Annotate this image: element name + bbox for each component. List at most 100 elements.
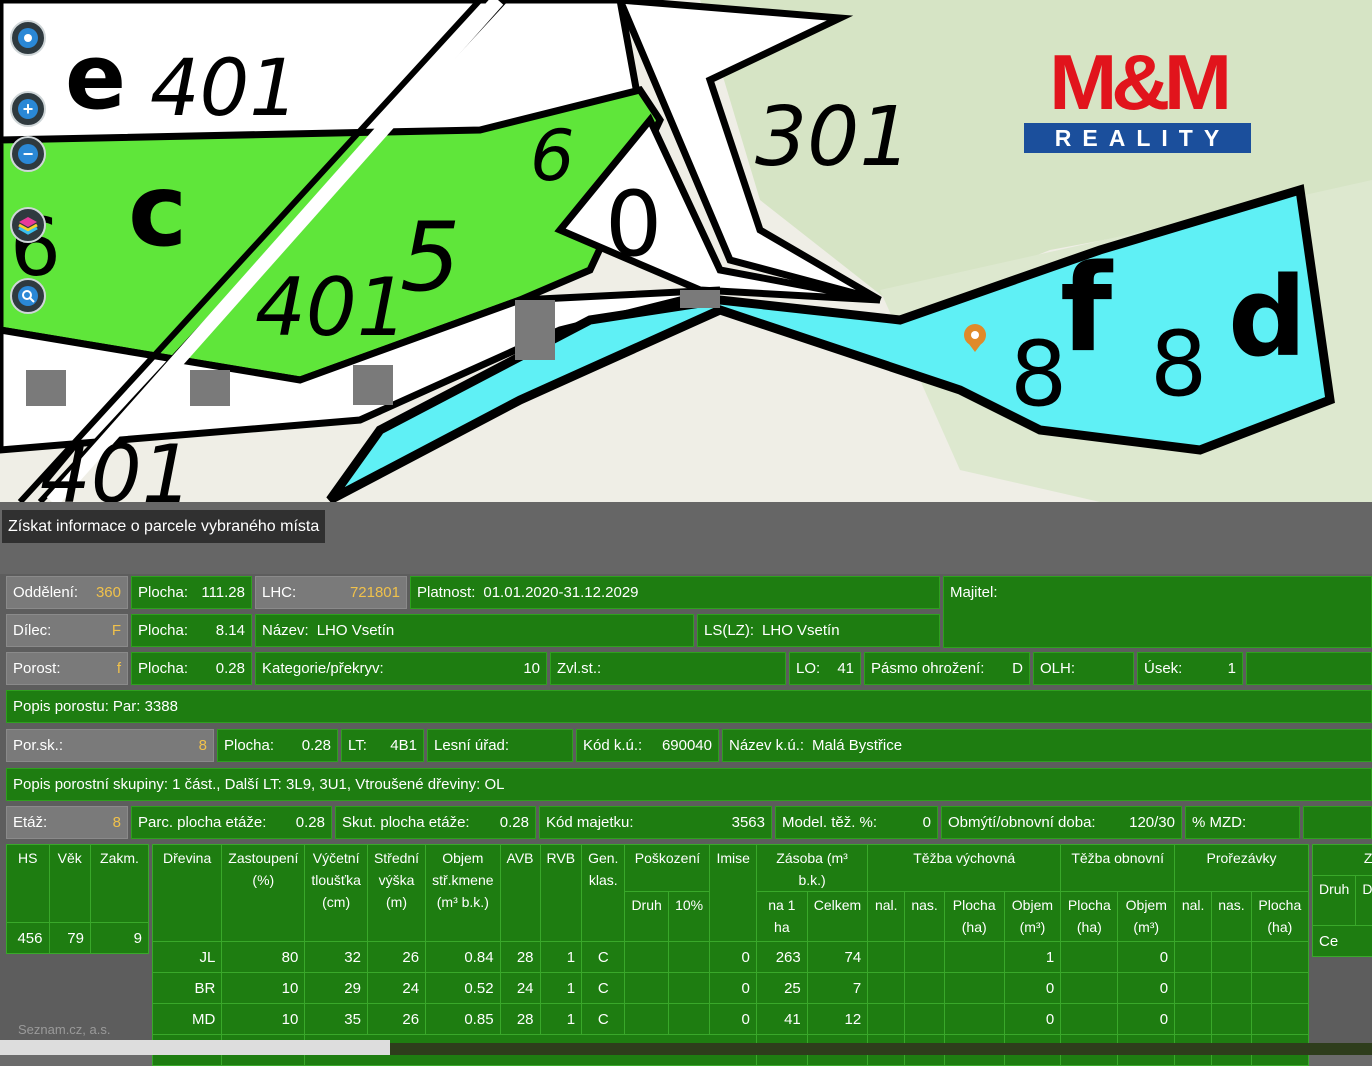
satellite-strip — [390, 1043, 1372, 1055]
hs-value: 456 — [7, 923, 50, 954]
na1ha-cell: 263 — [756, 942, 807, 973]
logo-mm: M&M — [1018, 45, 1256, 119]
popis-porostu-cell: Popis porostu:Par: 3388 — [6, 690, 1372, 723]
p10-header: 10% — [668, 892, 710, 942]
table-row: MD 10 35 26 0.85 28 1 C 0 41 12 0 0 — [153, 1004, 1309, 1035]
vy-cell: 24 — [367, 973, 425, 1004]
tv-objem-header: Objem (m³) — [1004, 892, 1061, 942]
table-row: BR 10 29 24 0.52 24 1 C 0 25 7 0 0 — [153, 973, 1309, 1004]
vy-cell: 26 — [367, 1004, 425, 1035]
extra-header: Z — [1313, 845, 1372, 876]
na1ha-cell: 25 — [756, 973, 807, 1004]
search-button[interactable] — [10, 278, 46, 314]
species-table: Dřevina Zastoupení (%) Výčetní tloušťka … — [152, 844, 1309, 1066]
tv-plocha-cell — [944, 942, 1004, 973]
zoom-out-button[interactable]: − — [10, 136, 46, 172]
na1ha-cell: 41 — [756, 1004, 807, 1035]
kategorie-cell: Kategorie/překryv:10 — [255, 652, 547, 685]
tv-nas-header: nas. — [905, 892, 944, 942]
druh-cell — [625, 1004, 668, 1035]
etaz-cell: Etáž:8 — [6, 806, 128, 839]
map-marker — [26, 370, 66, 406]
tv-nal-cell — [868, 942, 905, 973]
druh-cell — [625, 942, 668, 973]
usek-cell: Úsek:1 — [1137, 652, 1243, 685]
to-plocha-cell — [1061, 973, 1118, 1004]
pr-nal-cell — [1175, 1004, 1212, 1035]
rvb-cell: 1 — [540, 942, 582, 973]
layers-button[interactable] — [10, 207, 46, 243]
tv-objem-cell: 0 — [1004, 1004, 1061, 1035]
map-marker — [353, 365, 393, 405]
druh-cell — [625, 973, 668, 1004]
pr-nas-cell — [1212, 942, 1251, 973]
skut-plocha-cell: Skut. plocha etáže:0.28 — [335, 806, 536, 839]
zast-cell: 10 — [222, 1004, 305, 1035]
map-label: 6 — [530, 115, 575, 197]
compass-icon — [18, 28, 38, 48]
porsk-cell: Por.sk.:8 — [6, 729, 214, 762]
avb-header: AVB — [500, 845, 540, 942]
olh-cell: OLH: — [1033, 652, 1134, 685]
tv-nas-cell — [905, 973, 944, 1004]
avb-cell: 24 — [500, 973, 540, 1004]
compass-button[interactable] — [10, 20, 46, 56]
vy-cell: 26 — [367, 942, 425, 973]
pr-plocha-header: Plocha (ha) — [1251, 892, 1308, 942]
pr-nal-cell — [1175, 973, 1212, 1004]
to-plocha-cell — [1061, 1004, 1118, 1035]
zvlst-cell: Zvl.st.: — [550, 652, 786, 685]
tv-nal-header: nal. — [868, 892, 905, 942]
zoom-in-button[interactable]: + — [10, 91, 46, 127]
extra-table: Z Druh D Ce — [1312, 844, 1372, 957]
zast-cell: 80 — [222, 942, 305, 973]
zasoba-header: Zásoba (m³ b.k.) — [756, 845, 867, 892]
tv-plocha-cell — [944, 1004, 1004, 1035]
pr-nas-cell — [1212, 1004, 1251, 1035]
ls-cell: LS(LZ):LHO Vsetín — [697, 614, 940, 647]
rvb-cell: 1 — [540, 1004, 582, 1035]
to-objem-header: Objem (m³) — [1118, 892, 1175, 942]
map-label: 301 — [755, 90, 912, 185]
pr-plocha-cell — [1251, 942, 1308, 973]
rvb-cell: 1 — [540, 973, 582, 1004]
imise-cell: 0 — [710, 1004, 756, 1035]
pr-plocha-cell — [1251, 973, 1308, 1004]
druh-header: Druh — [625, 892, 668, 942]
lo-cell: LO:41 — [789, 652, 861, 685]
tv-nal-cell — [868, 1004, 905, 1035]
extra-d-header: D — [1356, 876, 1372, 926]
lhc-cell: LHC:721801 — [255, 576, 407, 609]
obj-cell: 0.52 — [426, 973, 500, 1004]
prorezavky-header: Prořezávky — [1175, 845, 1309, 892]
map-label: e — [65, 25, 126, 130]
to-objem-cell: 0 — [1118, 973, 1175, 1004]
drevina-cell: MD — [153, 1004, 222, 1035]
mm-reality-logo: M&M REALITY — [1024, 45, 1251, 153]
obj-cell: 0.85 — [426, 1004, 500, 1035]
map-label: 8 — [1010, 322, 1067, 427]
oddeleni-cell: Oddělení:360 — [6, 576, 128, 609]
tv-nal-cell — [868, 973, 905, 1004]
lt-cell: LT:4B1 — [341, 729, 424, 762]
p10-cell — [668, 942, 710, 973]
na1ha-header: na 1 ha — [756, 892, 807, 942]
model-tez-cell: Model. těž. %:0 — [775, 806, 938, 839]
lesni-urad-cell: Lesní úřad: — [427, 729, 573, 762]
map-label: c — [128, 152, 187, 269]
tv-nas-cell — [905, 942, 944, 973]
imise-cell: 0 — [710, 973, 756, 1004]
parcel-info-button[interactable]: Získat informace o parcele vybraného mís… — [2, 510, 325, 543]
rvb-header: RVB — [540, 845, 582, 942]
obj-cell: 0.84 — [426, 942, 500, 973]
celkem-header: Celkem — [807, 892, 867, 942]
map-view[interactable]: e 401 301 6 0 c 6 401 5 f d 8 8 401 Sezn… — [0, 0, 1372, 502]
drevina-cell: JL — [153, 942, 222, 973]
to-objem-cell: 0 — [1118, 1004, 1175, 1035]
to-plocha-header: Plocha (ha) — [1061, 892, 1118, 942]
gen-cell: C — [582, 1004, 625, 1035]
map-marker — [190, 370, 230, 406]
map-label: 0 — [605, 172, 662, 277]
extra-value: Ce — [1313, 926, 1372, 957]
stredni-header: Střední výška (m) — [367, 845, 425, 942]
